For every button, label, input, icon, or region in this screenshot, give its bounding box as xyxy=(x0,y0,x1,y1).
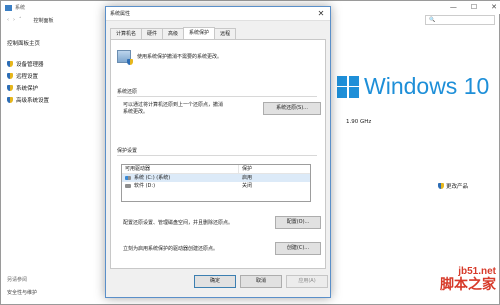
divider xyxy=(117,96,317,97)
sidebar-item-label: 远程设置 xyxy=(16,74,39,80)
create-button[interactable]: 创建(C)... xyxy=(275,242,321,255)
close-icon[interactable]: ✕ xyxy=(315,8,327,19)
minimize-icon[interactable]: — xyxy=(450,3,457,11)
drive-column-header[interactable]: 可用驱动器 xyxy=(122,165,239,173)
sidebar-item-advanced-settings[interactable]: 高级系统设置 xyxy=(7,96,102,104)
tab-advanced[interactable]: 高级 xyxy=(162,28,185,39)
divider xyxy=(117,155,317,156)
drive-icon xyxy=(125,184,131,188)
system-window-title: 系统 xyxy=(15,5,26,11)
sidebar-item-label: 高级系统设置 xyxy=(16,98,50,104)
address-path[interactable]: 控制面板 xyxy=(34,17,54,24)
shield-icon xyxy=(438,183,444,189)
tab-remote[interactable]: 远程 xyxy=(214,28,237,39)
drive-list[interactable]: 可用驱动器 保护 系统 (C:) (系统) 启用 软件 (D:) 关闭 xyxy=(121,164,311,202)
system-drive-icon xyxy=(125,176,131,180)
change-product-key-link[interactable]: 更改产品 xyxy=(438,182,468,190)
windows-brand-text: Windows 10 xyxy=(364,73,490,99)
protection-section-label: 保护设置 xyxy=(117,148,138,154)
system-app-icon xyxy=(5,4,12,11)
dialog-titlebar: 系统属性 ✕ xyxy=(106,7,330,21)
watermark-site: jb51.net xyxy=(458,266,496,277)
sidebar-item-device-manager[interactable]: 设备管理器 xyxy=(7,60,102,68)
configure-description: 配置还原设置、管理磁盘空间，并且删除还原点。 xyxy=(123,220,234,226)
tab-hardware[interactable]: 硬件 xyxy=(141,28,164,39)
intro-row: 使用系统保护撤消不需要的系统更改。 xyxy=(117,50,223,65)
tab-system-protection[interactable]: 系统保护 xyxy=(183,27,216,39)
restore-desc-line2: 系统更改。 xyxy=(123,109,149,115)
list-item[interactable]: 软件 (D:) 关闭 xyxy=(122,182,310,190)
maximize-icon[interactable]: ☐ xyxy=(471,3,477,11)
drive-list-header: 可用驱动器 保护 xyxy=(122,165,310,174)
apply-button[interactable]: 应用(A) xyxy=(286,275,328,288)
search-input[interactable]: 🔍 xyxy=(425,15,495,25)
shield-icon xyxy=(7,61,13,67)
sidebar-item-label: 设备管理器 xyxy=(16,62,44,68)
shield-icon xyxy=(7,85,13,91)
ok-button[interactable]: 确定 xyxy=(194,275,236,288)
shield-icon xyxy=(7,97,13,103)
system-restore-button[interactable]: 系统还原(S)... xyxy=(263,102,321,115)
system-properties-dialog: 系统属性 ✕ 计算机名 硬件 高级 系统保护 远程 使用系统保护撤消不需要的系统… xyxy=(105,6,331,298)
cancel-button[interactable]: 取消 xyxy=(240,275,282,288)
sidebar-item-label: 系统保护 xyxy=(16,86,39,92)
see-also-label: 另请参阅 xyxy=(7,277,28,283)
computer-shield-icon xyxy=(117,50,133,65)
system-protection-panel: 使用系统保护撤消不需要的系统更改。 系统还原 可以通过将计算机还原到上一个还原点… xyxy=(110,39,326,269)
sidebar-home-link[interactable]: 控制面板主页 xyxy=(7,39,102,47)
tab-computer-name[interactable]: 计算机名 xyxy=(110,28,143,39)
windows-logo: Windows 10 xyxy=(337,73,489,100)
dialog-tabs: 计算机名 硬件 高级 系统保护 远程 xyxy=(110,27,237,39)
watermark-brand: 脚本之家 xyxy=(440,277,496,293)
nav-arrows-icon[interactable]: ‹›˄ xyxy=(7,17,26,23)
restore-section-label: 系统还原 xyxy=(117,89,138,95)
window-controls: — ☐ ✕ xyxy=(450,3,497,11)
security-maintenance-link[interactable]: 安全性与维护 xyxy=(7,289,37,296)
restore-description: 可以通过将计算机还原到上一个还原点，撤消 系统更改。 xyxy=(123,102,223,116)
create-description: 立刻为启用系统保护的驱动器创建还原点。 xyxy=(123,246,219,252)
sidebar: 控制面板主页 设备管理器 远程设置 系统保护 高级系统设置 xyxy=(7,39,102,108)
protection-column-header[interactable]: 保护 xyxy=(239,165,252,173)
list-item[interactable]: 系统 (C:) (系统) 启用 xyxy=(122,174,310,182)
restore-desc-line1: 可以通过将计算机还原到上一个还原点，撤消 xyxy=(123,102,224,108)
cpu-speed: 1.90 GHz xyxy=(346,119,372,125)
drive-status: 关闭 xyxy=(242,183,253,189)
watermark: jb51.net 脚本之家 xyxy=(440,266,496,293)
see-also-section: 另请参阅 安全性与维护 xyxy=(7,276,37,296)
configure-button[interactable]: 配置(O)... xyxy=(275,216,321,229)
close-icon[interactable]: ✕ xyxy=(491,3,497,11)
shield-icon xyxy=(7,73,13,79)
sidebar-item-remote-settings[interactable]: 远程设置 xyxy=(7,72,102,80)
dialog-title: 系统属性 xyxy=(110,11,131,17)
sidebar-item-system-protection[interactable]: 系统保护 xyxy=(7,84,102,92)
drive-status: 启用 xyxy=(242,175,253,181)
windows-flag-icon xyxy=(337,75,359,98)
drive-name: 系统 (C:) (系统) xyxy=(134,175,171,181)
intro-text: 使用系统保护撤消不需要的系统更改。 xyxy=(137,54,223,60)
drive-name: 软件 (D:) xyxy=(134,183,156,189)
change-product-key-label: 更改产品 xyxy=(446,184,469,190)
